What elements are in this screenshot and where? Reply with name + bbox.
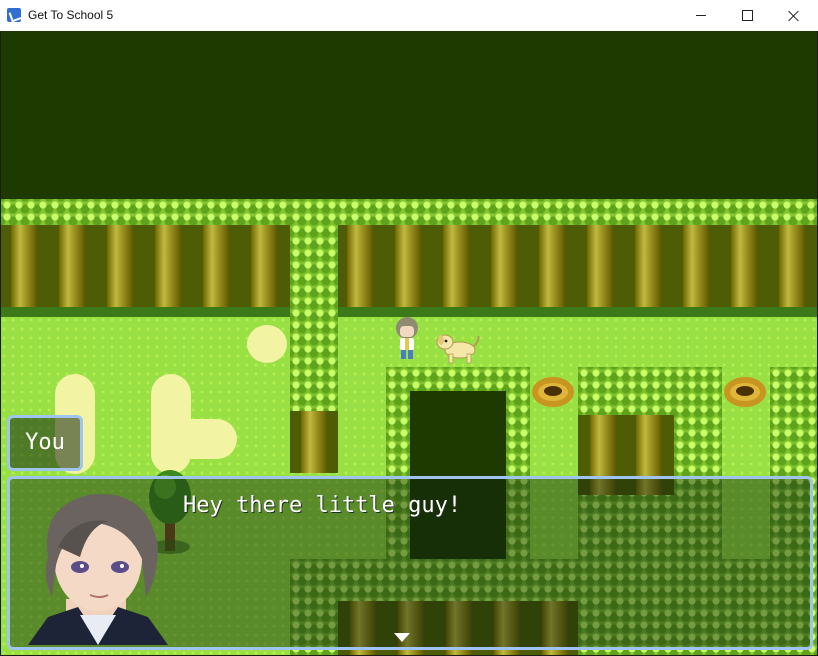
tree-trunk	[107, 225, 133, 317]
tree-trunk	[155, 225, 181, 317]
tree-trunk	[347, 225, 373, 317]
close-button[interactable]	[771, 0, 817, 31]
minimize-icon	[696, 15, 706, 16]
app-icon	[7, 8, 21, 22]
tree-trunk	[683, 225, 709, 317]
tree-trunk	[59, 225, 85, 317]
tree-trunk	[539, 225, 565, 317]
dark-background	[1, 31, 817, 199]
player-character[interactable]	[393, 316, 421, 360]
golden-hole[interactable]	[532, 377, 574, 407]
dialog-message-box[interactable]: Hey there little guy!	[7, 476, 813, 650]
minimize-button[interactable]	[678, 0, 724, 31]
tree-trunk	[395, 225, 421, 317]
tree-trunk	[731, 225, 757, 317]
game-viewport[interactable]: You Hey there little guy!	[1, 31, 817, 655]
maximize-button[interactable]	[724, 0, 770, 31]
hedge-wall-base	[290, 411, 338, 473]
speaker-face-portrait	[28, 494, 168, 645]
tree-trunk	[635, 225, 661, 317]
speaker-name: You	[25, 430, 65, 455]
close-icon	[788, 10, 800, 22]
title-bar: Get To School 5	[0, 0, 818, 31]
tree-trunk	[491, 225, 517, 317]
tree-trunk	[779, 225, 805, 317]
tree-trunk	[443, 225, 469, 317]
golden-hole[interactable]	[724, 377, 766, 407]
tree-trunk	[11, 225, 37, 317]
maximize-icon	[741, 10, 753, 21]
pause-arrow-icon[interactable]	[394, 633, 410, 642]
window-title: Get To School 5	[28, 8, 114, 22]
tree-trunk	[587, 225, 613, 317]
tree-trunk	[251, 225, 277, 317]
speaker-name-box: You	[7, 415, 83, 471]
dialog-message-text: Hey there little guy!	[183, 493, 462, 518]
sand-patch	[247, 325, 287, 363]
hedge-border-top	[1, 199, 817, 225]
dog-character[interactable]	[434, 332, 482, 364]
tree-trunk	[203, 225, 229, 317]
hedge-wall-vertical	[290, 199, 338, 411]
tree-trunk	[301, 411, 327, 473]
forest-tree-row	[1, 225, 817, 317]
sand-path	[151, 419, 237, 459]
